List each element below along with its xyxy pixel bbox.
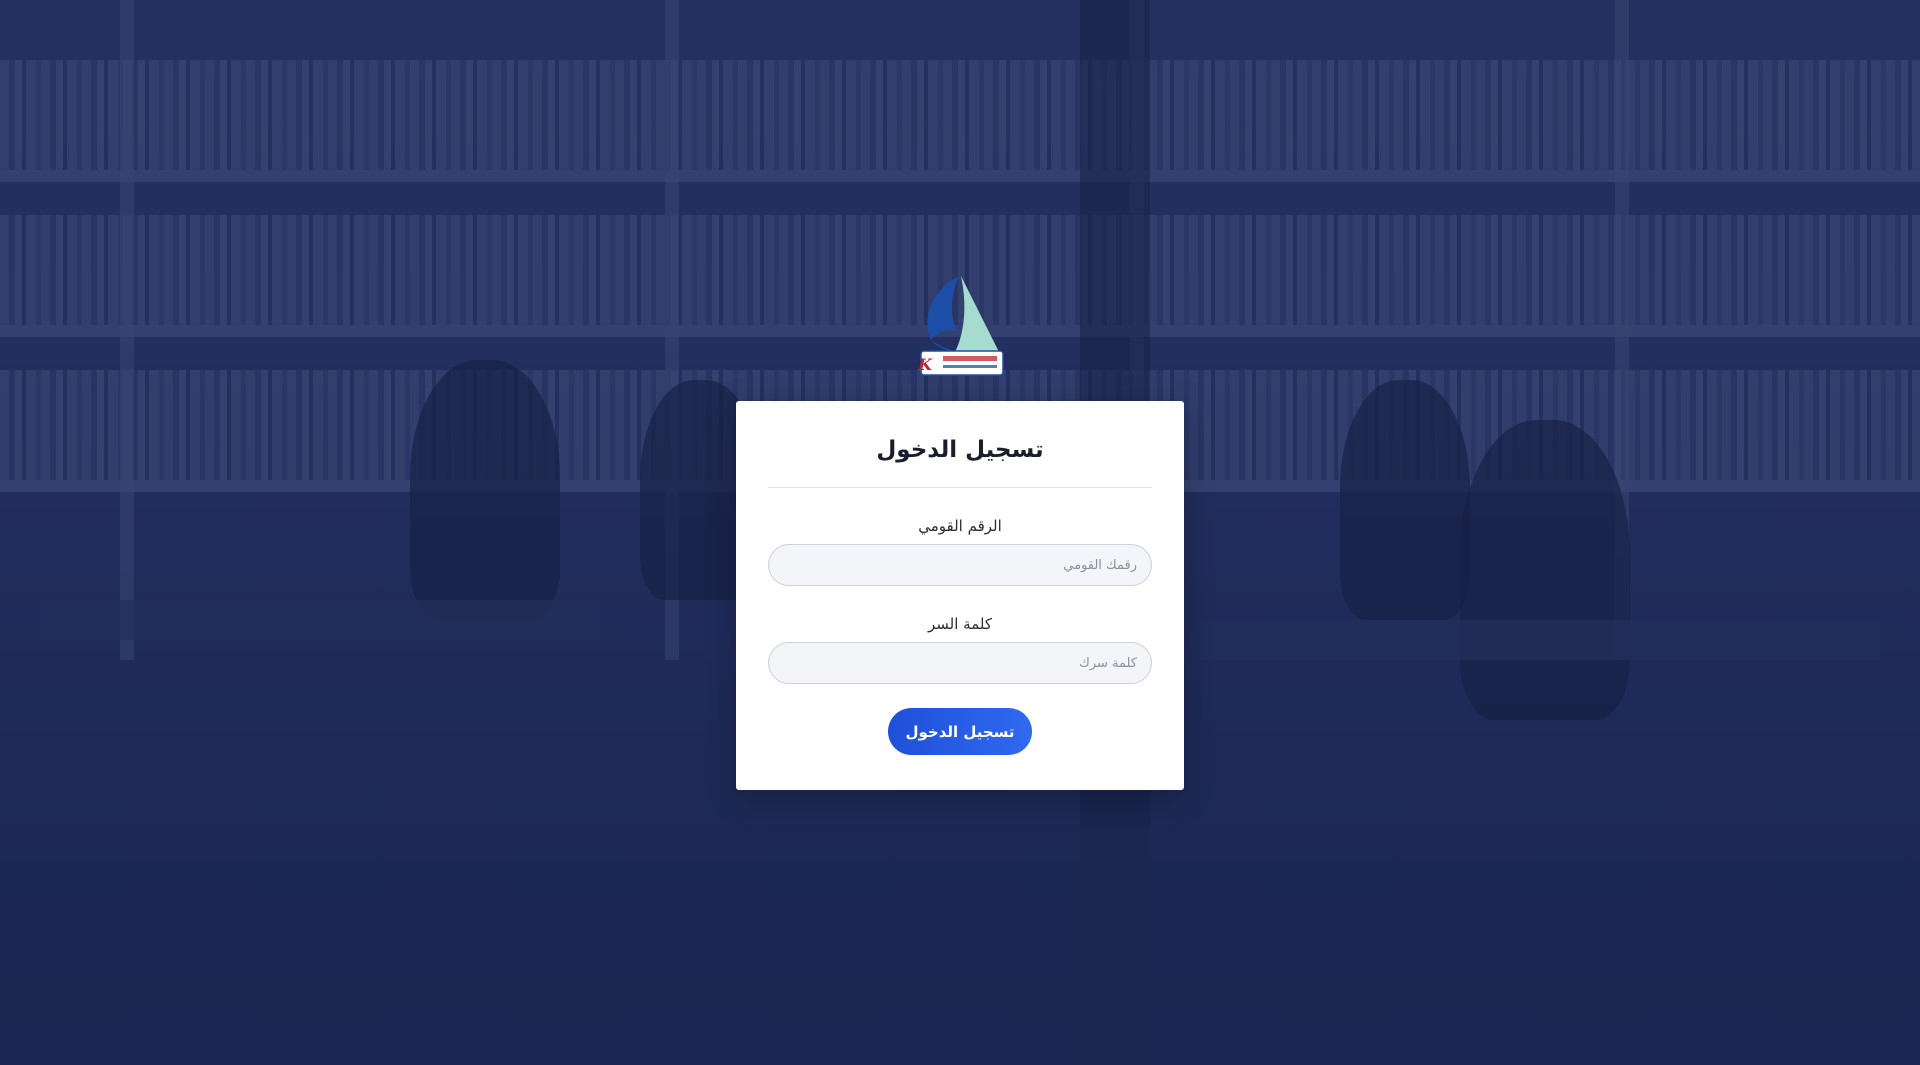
login-card: تسجيل الدخول الرقم القومي كلمة السر تسجي… xyxy=(736,401,1184,790)
svg-text:K: K xyxy=(917,355,933,374)
password-input[interactable] xyxy=(768,642,1152,684)
login-button[interactable]: تسجيل الدخول xyxy=(888,708,1032,755)
page-title: تسجيل الدخول xyxy=(876,437,1044,463)
password-label: كلمة السر xyxy=(928,615,992,633)
title-divider xyxy=(768,487,1152,488)
university-logo-icon: K xyxy=(913,272,1005,378)
national-id-input[interactable] xyxy=(768,544,1152,586)
national-id-label: الرقم القومي xyxy=(918,517,1002,535)
